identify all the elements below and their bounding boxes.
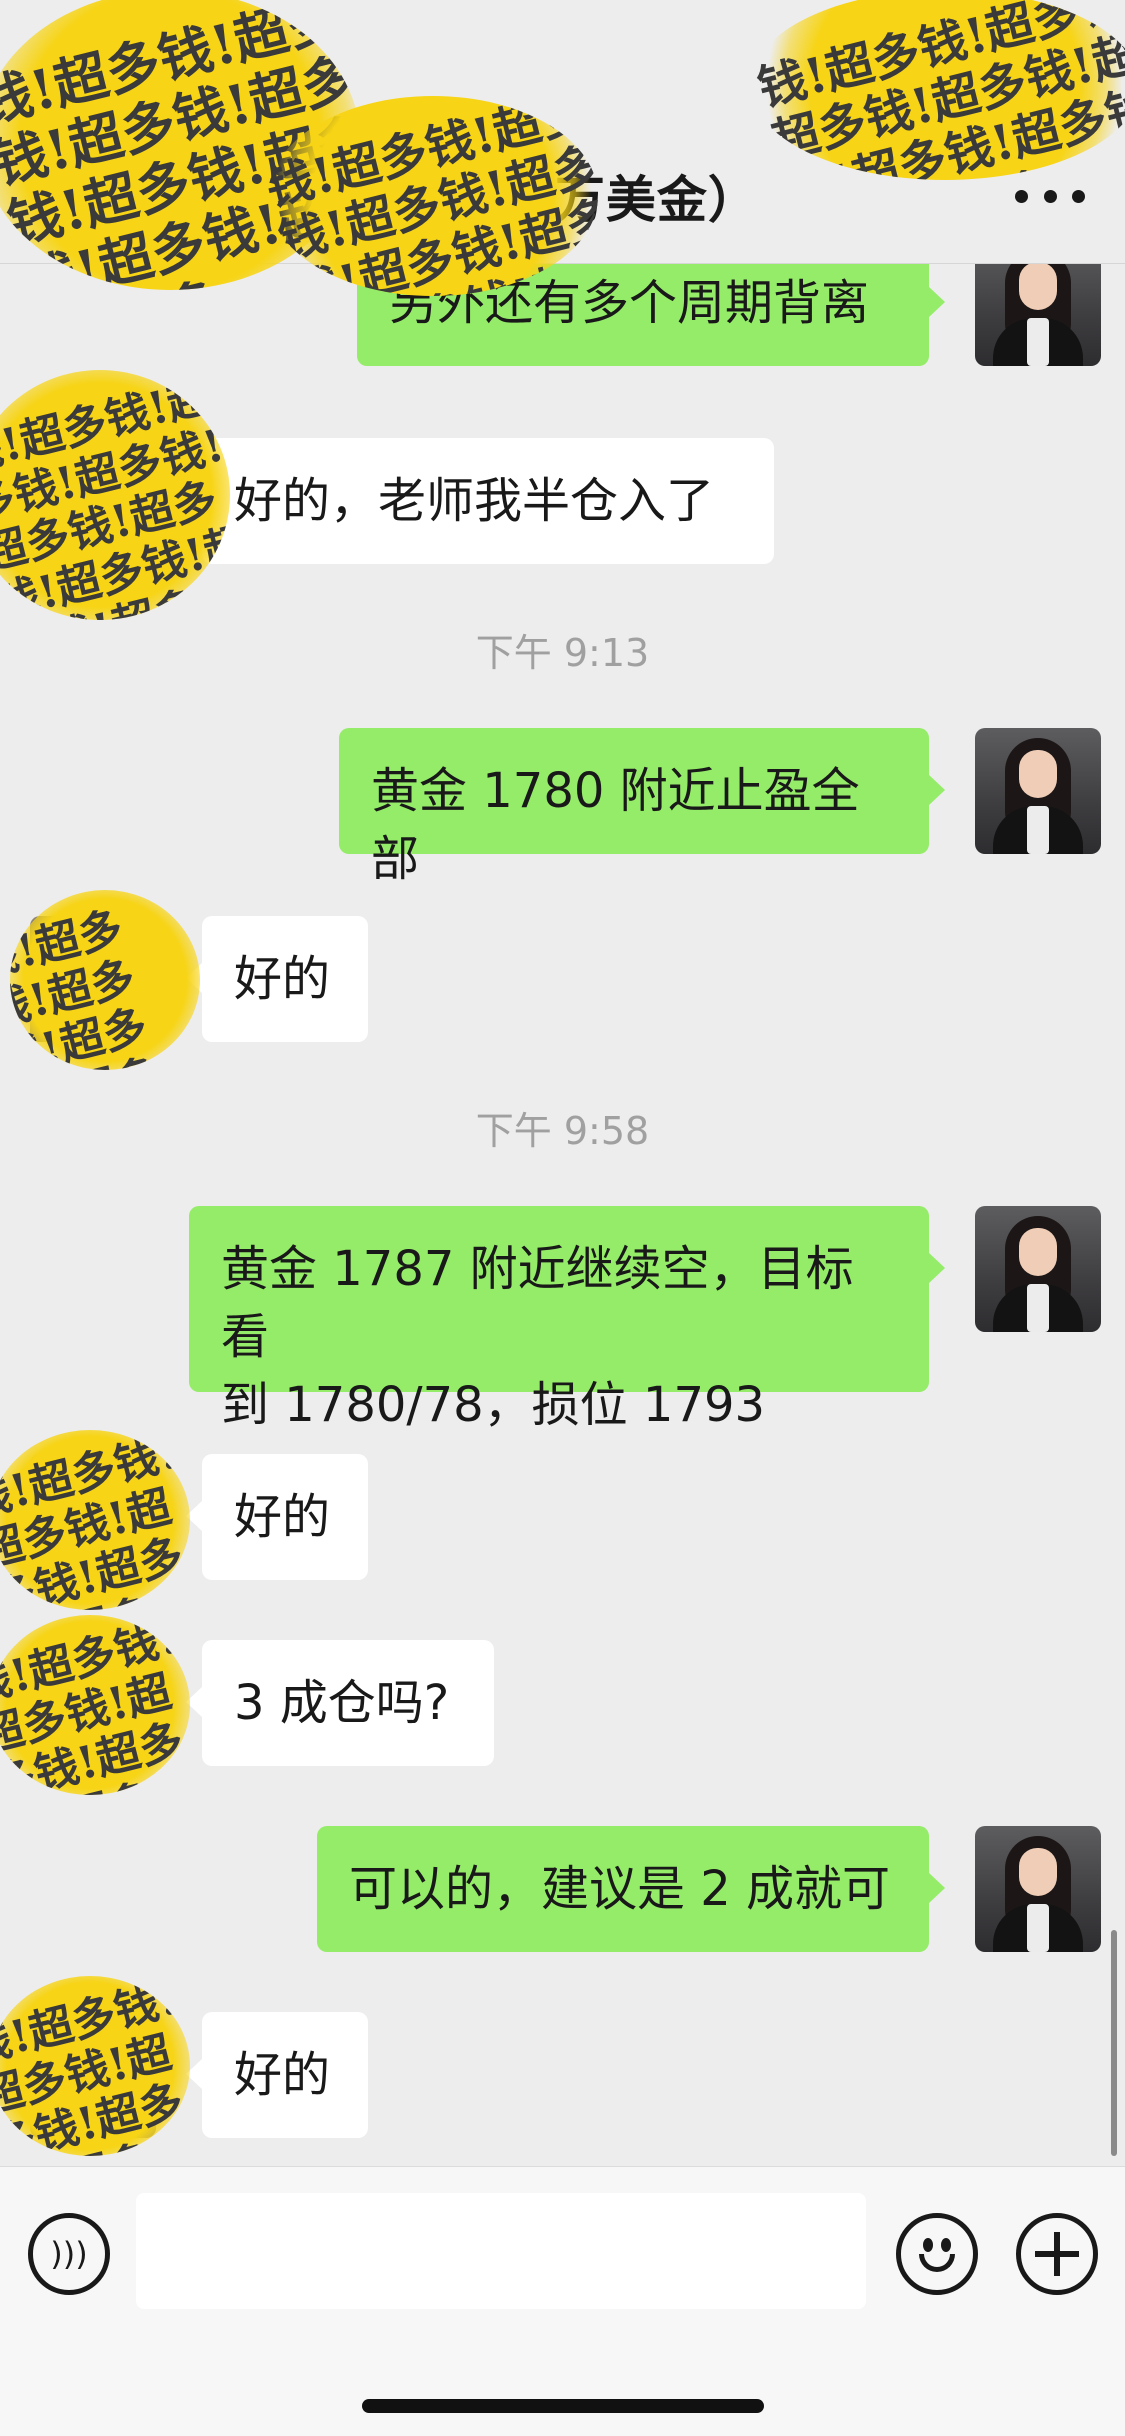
voice-icon[interactable]: ))) bbox=[28, 2213, 110, 2295]
message-text: 好的 bbox=[234, 1489, 331, 1545]
message-text: 另外还有多个周期背离 bbox=[389, 275, 870, 331]
message-text-line: 黄金 1787 附近继续空，目标看 bbox=[221, 1241, 854, 1365]
incoming-bubble[interactable]: 好的 bbox=[186, 2012, 368, 2138]
contact-avatar[interactable] bbox=[30, 438, 156, 564]
incoming-bubble[interactable]: 好的 bbox=[186, 1454, 368, 1580]
message-row: 黄金 1787 附近继续空，目标看 到 1780/78，损位 1793 bbox=[0, 1206, 1125, 1433]
timestamp: 下午 9:13 bbox=[475, 631, 650, 675]
chat-message-list[interactable]: 另外还有多个周期背离 好的，老师我半仓入了 下午 9:13 黄金 1780 附近… bbox=[0, 264, 1125, 2166]
sender-avatar[interactable] bbox=[975, 1826, 1101, 1952]
contact-avatar[interactable] bbox=[30, 2012, 156, 2138]
incoming-bubble[interactable]: 好的，老师我半仓入了 bbox=[186, 438, 774, 564]
outgoing-bubble[interactable]: 黄金 1787 附近继续空，目标看 到 1780/78，损位 1793 bbox=[189, 1206, 945, 1433]
more-horizontal-icon[interactable] bbox=[1015, 176, 1085, 216]
message-text: 黄金 1780 附近止盈全部 bbox=[371, 763, 860, 887]
contact-avatar[interactable] bbox=[30, 916, 156, 1042]
chat-title: 上 6万美金） bbox=[366, 171, 759, 229]
incoming-bubble[interactable]: 好的 bbox=[186, 916, 368, 1042]
message-row: 黄金 1780 附近止盈全部 bbox=[0, 728, 1125, 887]
outgoing-bubble[interactable]: 黄金 1780 附近止盈全部 bbox=[339, 728, 945, 887]
message-text: 好的 bbox=[234, 951, 331, 1007]
outgoing-bubble[interactable]: 另外还有多个周期背离 bbox=[357, 264, 945, 366]
input-bar: ))) bbox=[0, 2166, 1125, 2436]
outgoing-bubble[interactable]: 可以的，建议是 2 成就可 bbox=[317, 1826, 945, 1952]
contact-avatar[interactable] bbox=[30, 1454, 156, 1580]
message-text-line: 到 1780/78，损位 1793 bbox=[221, 1377, 766, 1433]
navigation-bar: 上 6万美金） bbox=[0, 0, 1125, 264]
contact-avatar[interactable] bbox=[30, 1640, 156, 1766]
message-row: 3 成仓吗? bbox=[0, 1640, 1125, 1766]
home-indicator bbox=[362, 2399, 764, 2413]
message-text: 好的 bbox=[234, 2047, 331, 2103]
sender-avatar[interactable] bbox=[975, 264, 1101, 366]
plus-icon[interactable] bbox=[1016, 2213, 1098, 2295]
message-text: 好的，老师我半仓入了 bbox=[234, 473, 715, 529]
message-row: 好的 bbox=[0, 916, 1125, 1042]
message-row: 可以的，建议是 2 成就可 bbox=[0, 1826, 1125, 1952]
sender-avatar[interactable] bbox=[975, 1206, 1101, 1332]
incoming-bubble[interactable]: 3 成仓吗? bbox=[186, 1640, 494, 1766]
message-row: 另外还有多个周期背离 bbox=[0, 264, 1125, 366]
emoji-icon[interactable] bbox=[896, 2213, 978, 2295]
sender-avatar[interactable] bbox=[975, 728, 1101, 854]
message-text: 可以的，建议是 2 成就可 bbox=[349, 1861, 891, 1917]
timestamp: 下午 9:58 bbox=[475, 1109, 650, 1153]
message-text: 3 成仓吗? bbox=[234, 1675, 450, 1731]
scroll-indicator[interactable] bbox=[1111, 1930, 1117, 2156]
message-input[interactable] bbox=[136, 2193, 866, 2309]
message-row: 好的 bbox=[0, 2012, 1125, 2138]
message-row: 好的，老师我半仓入了 bbox=[0, 438, 1125, 564]
message-row: 好的 bbox=[0, 1454, 1125, 1580]
